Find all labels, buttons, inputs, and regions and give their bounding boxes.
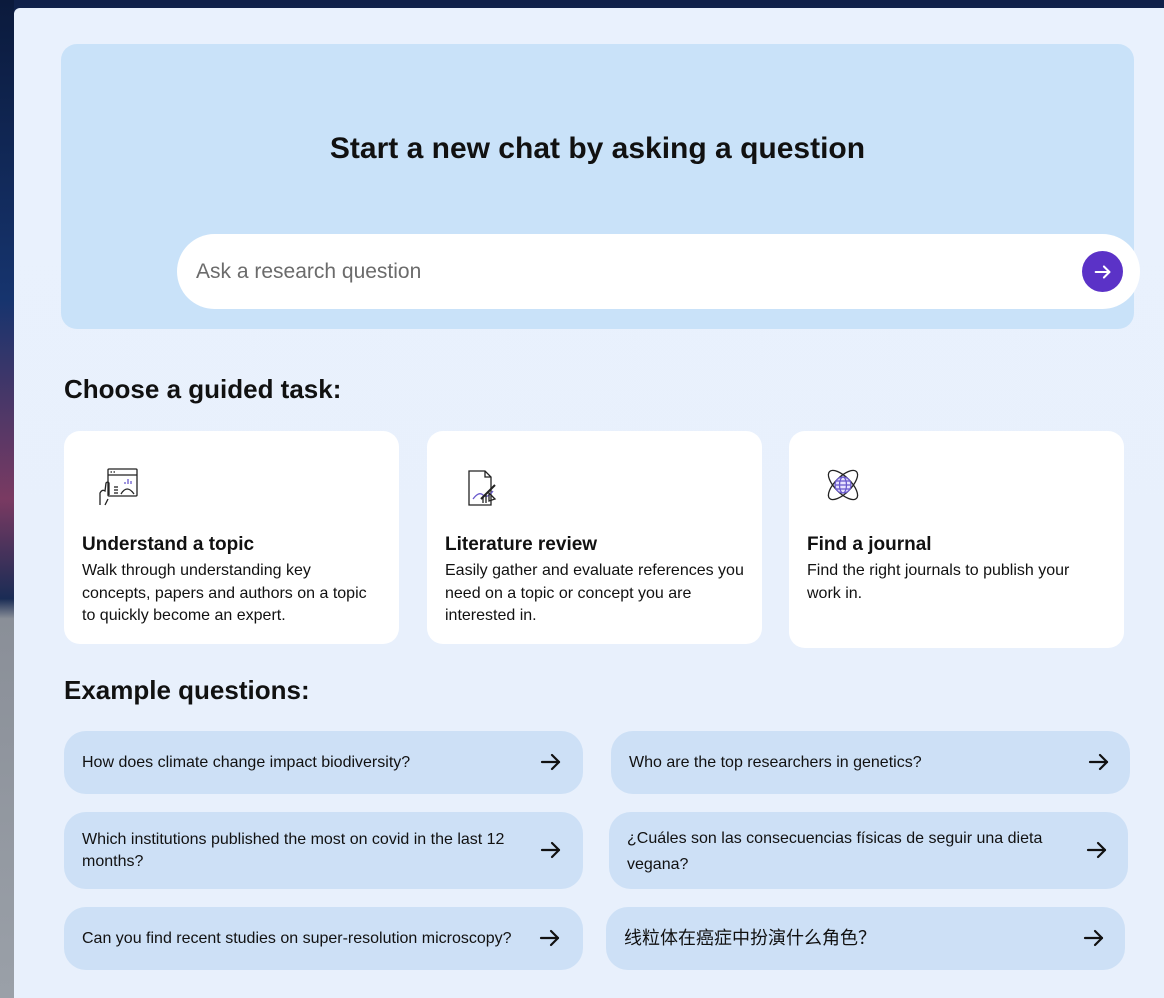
hero-title: Start a new chat by asking a question (329, 132, 866, 165)
example-question-button[interactable]: Can you find recent studies on super-res… (64, 907, 583, 970)
task-title: Literature review (445, 534, 598, 555)
question-text: 线粒体在癌症中扮演什么角色？ (624, 928, 876, 948)
example-question-button[interactable]: Who are the top researchers in genetics? (611, 731, 1130, 794)
research-question-input[interactable] (194, 253, 1068, 291)
question-text: Which institutions published the most on… (82, 831, 505, 870)
example-question-button[interactable]: 线粒体在癌症中扮演什么角色？ (606, 907, 1125, 970)
new-chat-hero: Start a new chat by asking a question (61, 44, 1140, 329)
question-text: ¿Cuáles son las consecuencias físicas de… (627, 830, 1043, 873)
question-text: Who are the top researchers in genetics? (629, 754, 922, 771)
background-image (0, 0, 14, 998)
submit-question-button[interactable] (1082, 251, 1123, 292)
arrow-right-icon (1094, 264, 1110, 279)
arrow-right-icon (1086, 841, 1107, 859)
arrow-right-icon (1083, 929, 1104, 947)
arrow-right-icon (540, 841, 561, 859)
arrow-right-icon (539, 929, 560, 947)
example-question-button[interactable]: ¿Cuáles son las consecuencias físicas de… (609, 812, 1128, 889)
task-description: Easily gather and evaluate references yo… (445, 562, 744, 624)
presentation-hand-icon (99, 468, 138, 506)
task-title: Understand a topic (82, 534, 255, 555)
arrow-right-icon (540, 753, 561, 771)
task-title: Find a journal (807, 534, 932, 555)
guided-task-heading: Choose a guided task: (64, 374, 342, 404)
task-card-understand-topic[interactable]: Understand a topic Walk through understa… (64, 431, 399, 644)
example-question-button[interactable]: Which institutions published the most on… (64, 812, 583, 889)
task-description: Find the right journals to publish your … (807, 562, 1070, 602)
search-bar (177, 234, 1140, 309)
example-question-button[interactable]: How does climate change impact biodivers… (64, 731, 583, 794)
document-writing-icon (468, 470, 497, 506)
example-questions-heading: Example questions: (64, 675, 310, 705)
question-text: Can you find recent studies on super-res… (82, 930, 512, 947)
arrow-right-icon (1088, 753, 1109, 771)
task-card-find-journal[interactable]: Find a journal Find the right journals t… (789, 431, 1124, 648)
question-text: How does climate change impact biodivers… (82, 754, 411, 771)
atom-globe-icon (827, 469, 859, 501)
task-description: Walk through understanding key concepts,… (82, 562, 367, 624)
task-card-literature-review[interactable]: Literature review Easily gather and eval… (427, 431, 762, 644)
